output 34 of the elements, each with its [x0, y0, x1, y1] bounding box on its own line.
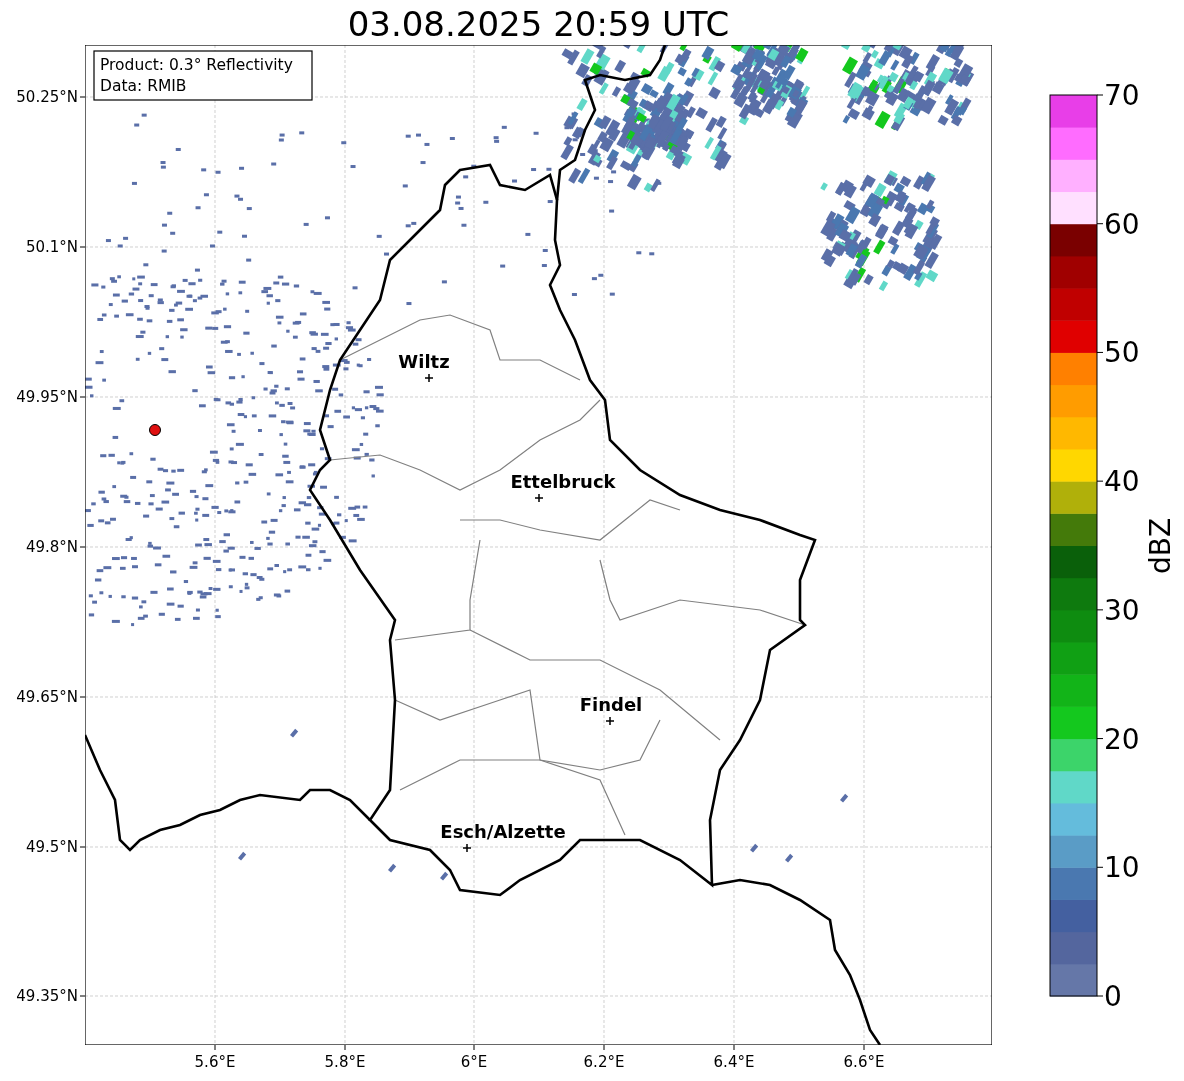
axis-label: 49.5°N — [25, 838, 78, 856]
colorbar-tick-label: 20 — [1104, 722, 1140, 756]
axis-label: 6°E — [460, 1053, 488, 1071]
axis-label: 50.25°N — [16, 88, 78, 106]
radar-site-icon — [149, 424, 161, 436]
colorbar-tick-label: 40 — [1104, 465, 1140, 499]
colorbar-tick-label: 70 — [1104, 79, 1140, 112]
axis-label: 5.6°E — [194, 1053, 236, 1071]
axis-label: 6.4°E — [713, 1053, 755, 1071]
axis-label: 49.65°N — [16, 688, 78, 706]
axis-label: 6.2°E — [583, 1053, 625, 1071]
colorbar-tick-label: 0 — [1104, 980, 1122, 1013]
axis-label: 50.1°N — [25, 238, 78, 256]
city-label: Ettelbruck — [510, 471, 616, 492]
colorbar-tick-label: 50 — [1104, 336, 1140, 370]
city-marker-icon — [534, 493, 544, 503]
colorbar-title: dBZ — [1144, 517, 1177, 575]
info-text: Product: 0.3° Reflectivity — [100, 56, 293, 74]
colorbar-tick-label: 10 — [1104, 851, 1140, 885]
colorbar-tick-label: 30 — [1104, 593, 1140, 627]
city-marker-icon — [424, 373, 434, 383]
city-label: Wiltz — [398, 351, 450, 372]
axis-label: 49.95°N — [16, 388, 78, 406]
city-marker-icon — [462, 843, 472, 853]
axis-label: 6.6°E — [843, 1053, 885, 1071]
city-marker-icon — [605, 716, 615, 726]
info-text: Data: RMIB — [100, 77, 187, 95]
city-label: Findel — [579, 694, 643, 715]
axis-label: 49.35°N — [16, 987, 78, 1005]
colorbar-tick-label: 60 — [1104, 207, 1140, 241]
chart-title: 03.08.2025 20:59 UTC — [347, 4, 730, 44]
axis-label: 5.8°E — [324, 1053, 366, 1071]
city-label: Esch/Alzette — [440, 821, 566, 842]
axis-label: 49.8°N — [25, 538, 78, 556]
